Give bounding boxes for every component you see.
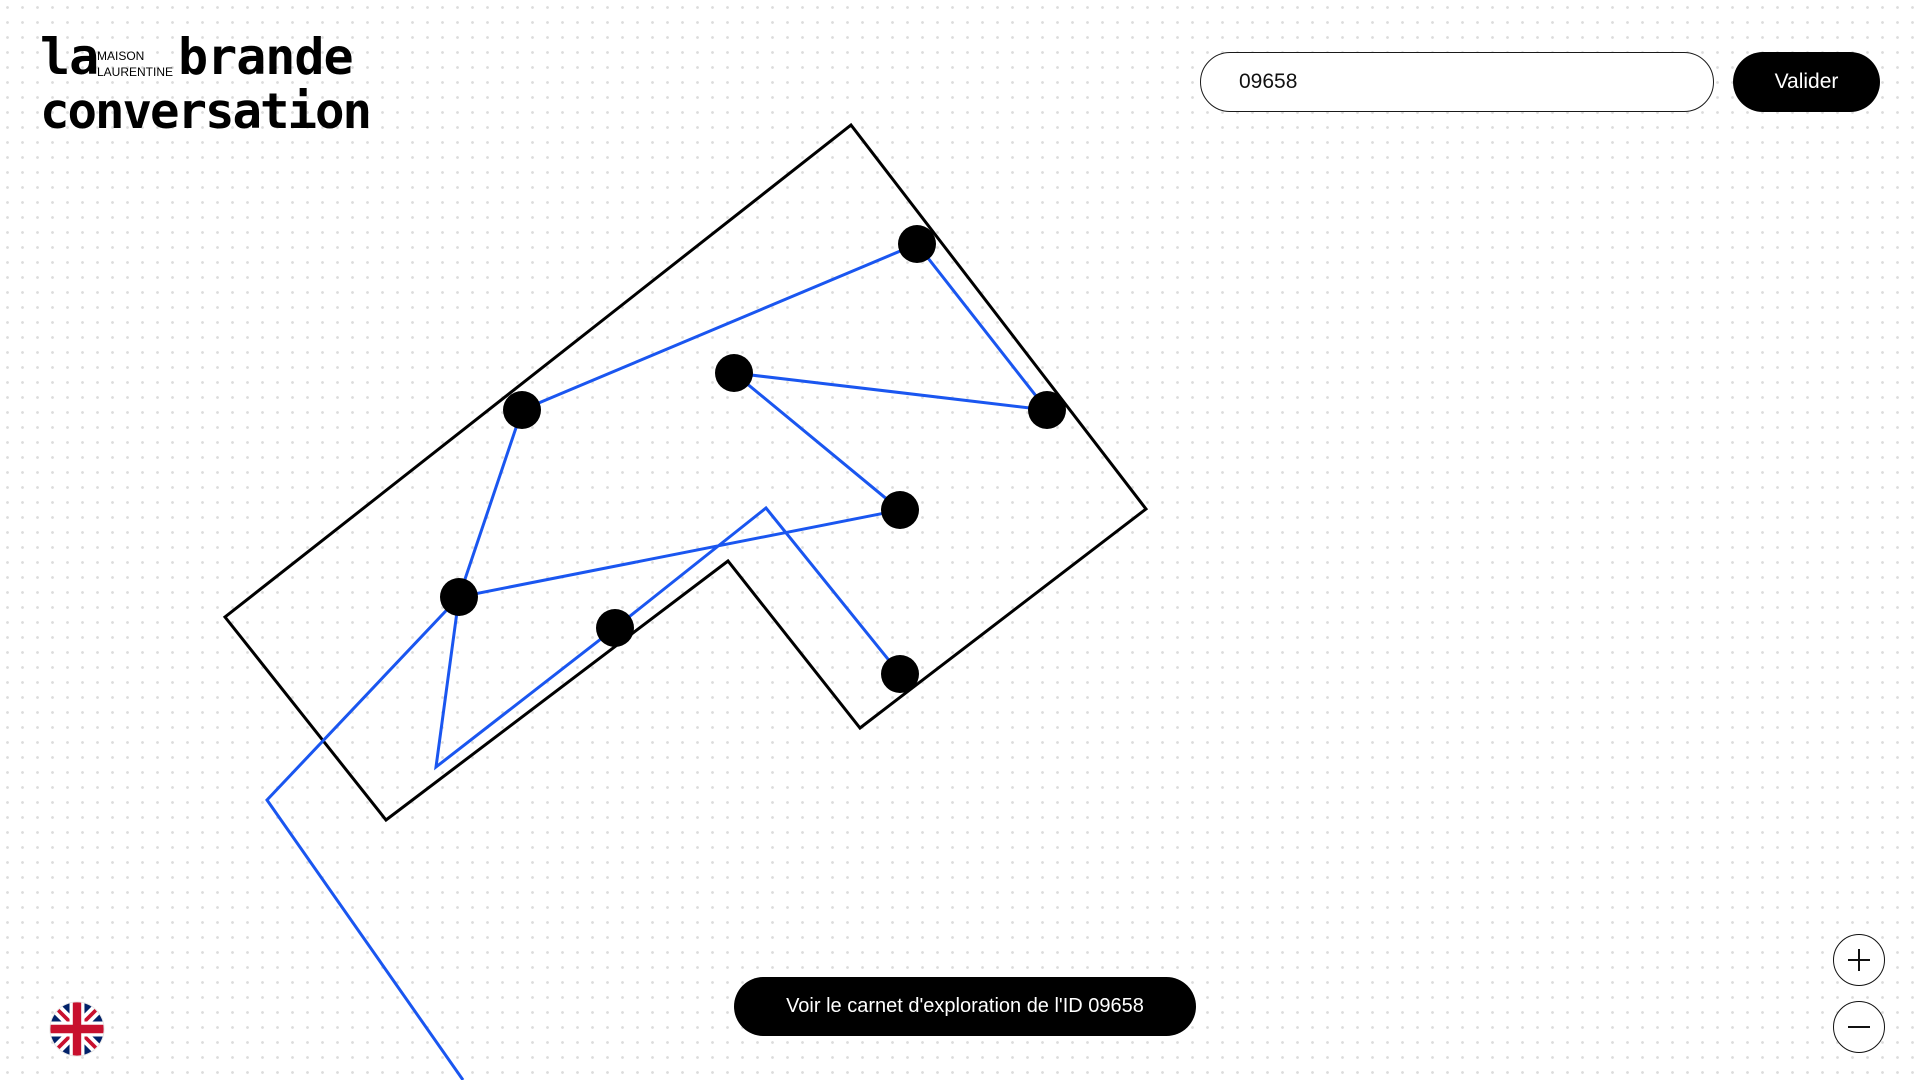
node[interactable] bbox=[881, 655, 919, 693]
minus-icon bbox=[1848, 1026, 1870, 1028]
node[interactable] bbox=[596, 609, 634, 647]
outline-shape bbox=[222, 122, 1149, 823]
language-switch[interactable] bbox=[49, 1001, 105, 1057]
uk-flag-icon bbox=[49, 1001, 105, 1057]
node[interactable] bbox=[503, 391, 541, 429]
zoom-in-button[interactable] bbox=[1833, 934, 1885, 986]
node[interactable] bbox=[881, 491, 919, 529]
path-line bbox=[265, 242, 1051, 1080]
view-exploration-notebook-button[interactable]: Voir le carnet d'exploration de l'ID 096… bbox=[734, 977, 1196, 1036]
node[interactable] bbox=[440, 578, 478, 616]
node[interactable] bbox=[898, 225, 936, 263]
node[interactable] bbox=[715, 354, 753, 392]
exploration-map bbox=[222, 122, 1149, 1080]
node[interactable] bbox=[1028, 391, 1066, 429]
plus-icon bbox=[1848, 949, 1870, 971]
path-nodes bbox=[440, 225, 1066, 693]
zoom-out-button[interactable] bbox=[1833, 1001, 1885, 1053]
